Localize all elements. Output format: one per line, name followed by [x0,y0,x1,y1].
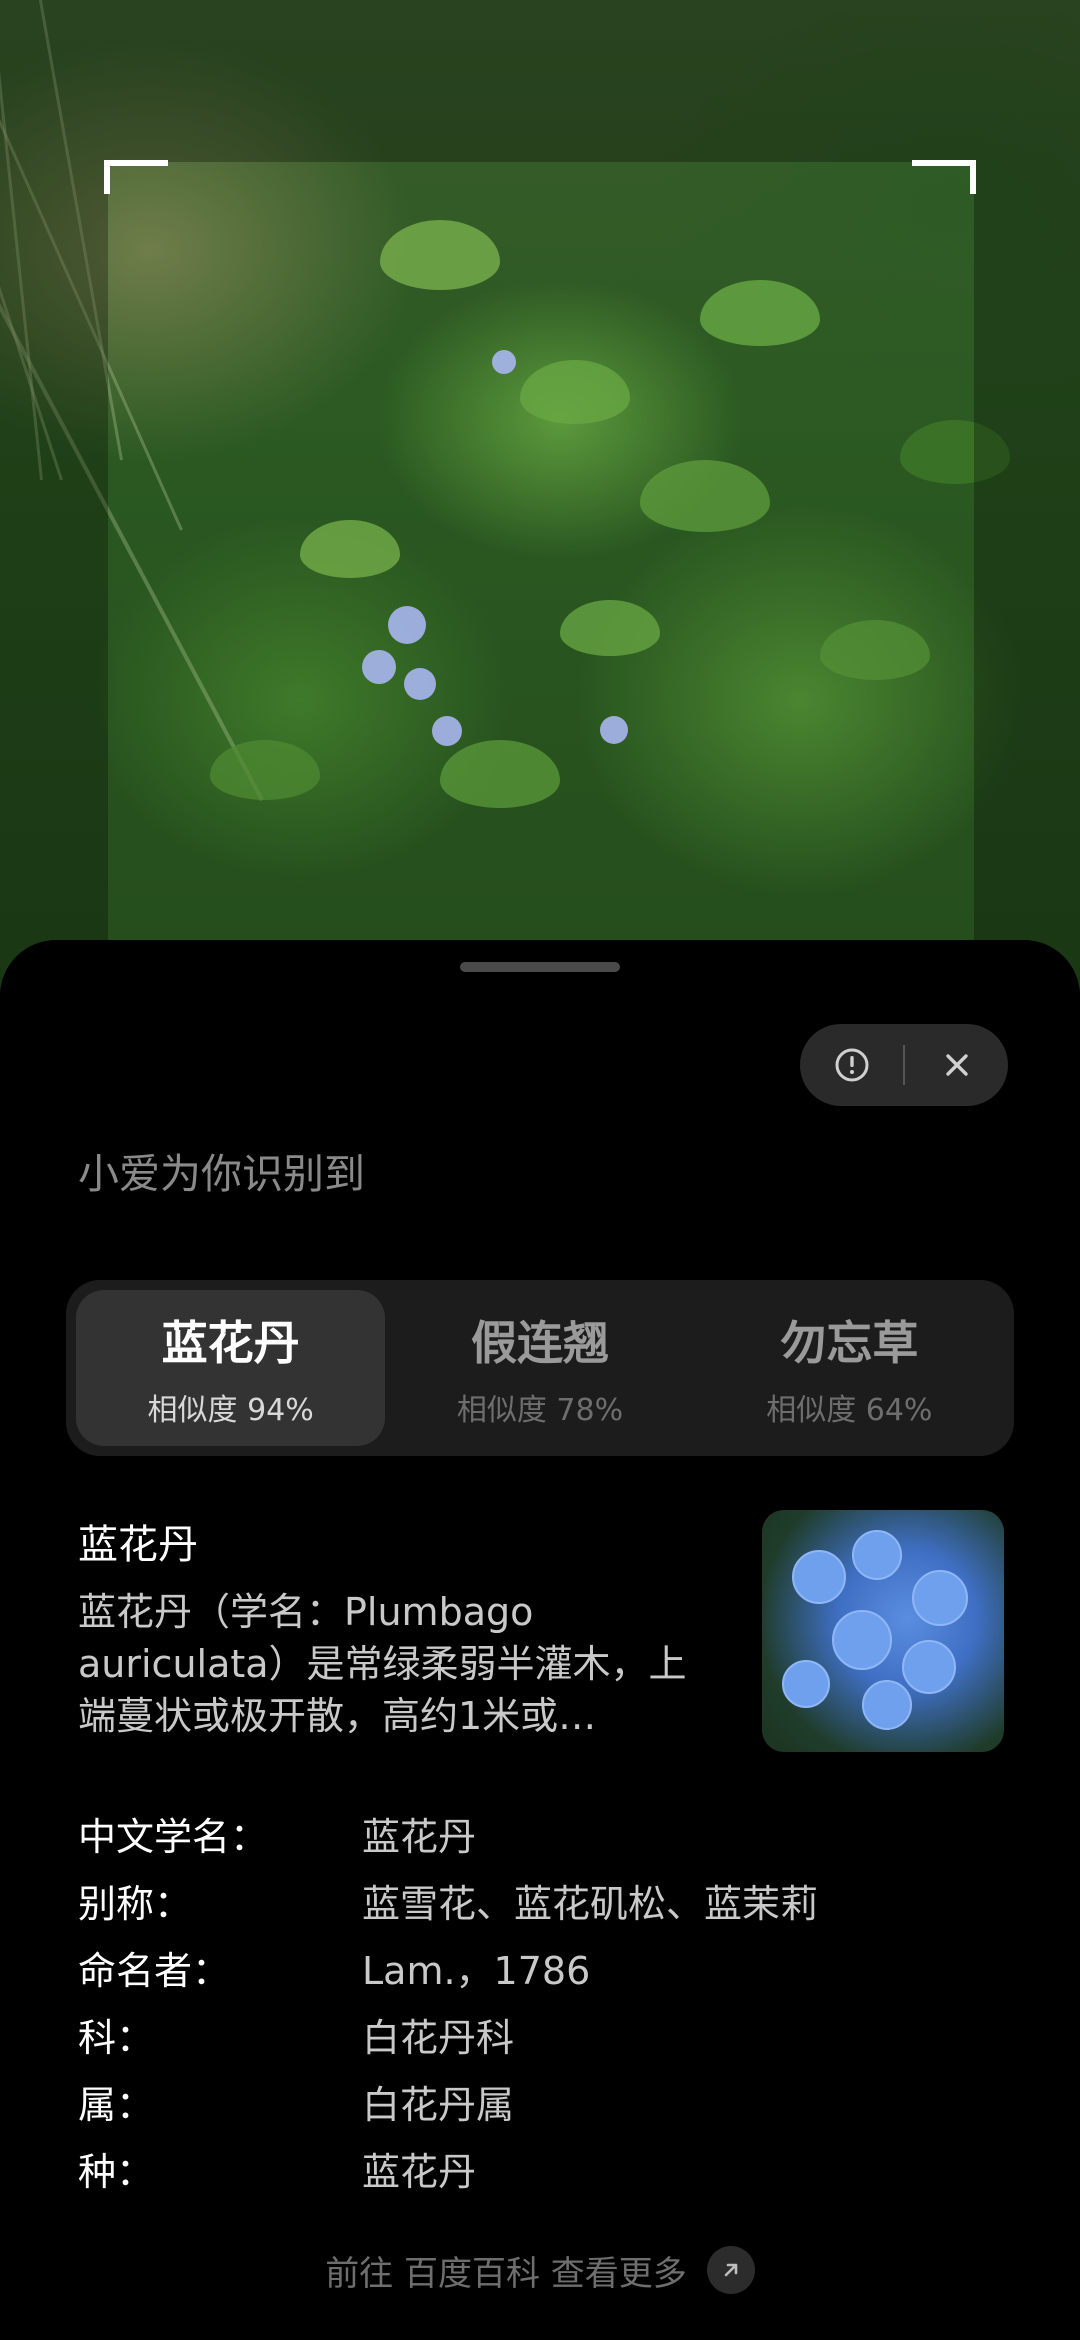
field-value: 白花丹属 [362,2083,515,2127]
thumb-petal [792,1550,846,1604]
field-value: Lam.，1786 [362,1949,591,1993]
candidate-tabs: 蓝花丹 相似度 94% 假连翘 相似度 78% 勿忘草 相似度 64% [66,1280,1014,1456]
field-row: 中文学名： 蓝花丹 [78,1800,1018,1867]
close-button[interactable] [905,1024,1008,1106]
field-row: 种： 蓝花丹 [78,2135,1018,2202]
tab-candidate-3[interactable]: 勿忘草 相似度 64% [695,1290,1004,1446]
detail-title: 蓝花丹 [78,1522,198,1568]
report-button[interactable] [800,1024,903,1106]
flower-petal [404,668,436,700]
baike-link-text: 前往 百度百科 查看更多 [325,2253,687,2294]
field-label: 命名者： [78,1949,231,1993]
plant-thumbnail[interactable] [762,1510,1004,1752]
scan-shade [974,162,1080,990]
tab-candidate-2[interactable]: 假连翘 相似度 78% [385,1290,694,1446]
field-row: 命名者： Lam.，1786 [78,1934,1018,2001]
result-heading: 小爱为你识别到 [78,1150,365,1198]
baike-link[interactable]: 前往 百度百科 查看更多 [0,2240,1080,2300]
scan-shade [0,162,108,990]
field-row: 科： 白花丹科 [78,2001,1018,2068]
leaf [440,740,560,808]
tab-name: 假连翘 [470,1316,609,1370]
arrow-up-right-icon [706,2246,755,2294]
detail-description[interactable]: 蓝花丹（学名：Plumbago auriculata）是常绿柔弱半灌木，上端蔓状… [78,1586,698,1742]
flower-petal [362,650,396,684]
thumb-petal [862,1680,912,1730]
leaf [380,220,500,290]
tab-name: 勿忘草 [780,1316,919,1370]
scan-frame-corner-top-left [104,160,168,194]
scan-frame-corner-top-right [912,160,976,194]
field-row: 属： 白花丹属 [78,2068,1018,2135]
leaf [640,460,770,532]
field-value: 白花丹科 [362,2016,515,2060]
flower-petal [432,716,462,746]
leaf [820,620,930,680]
alert-circle-icon [835,1048,868,1082]
field-value: 蓝花丹 [362,1815,477,1859]
tab-candidate-1[interactable]: 蓝花丹 相似度 94% [76,1290,386,1446]
close-icon [945,1054,968,1076]
thumb-petal [912,1570,968,1626]
tab-similarity: 相似度 94% [147,1393,314,1428]
drag-handle[interactable] [460,962,620,972]
leaf [700,280,820,346]
action-pill [800,1024,1008,1106]
leaf [210,740,320,800]
field-label: 种： [78,2150,155,2194]
thumb-petal [832,1610,892,1670]
field-label: 科： [78,2016,155,2060]
flower-petal [492,350,516,374]
field-label: 属： [78,2083,155,2127]
field-value: 蓝雪花、蓝花矶松、蓝茉莉 [362,1882,819,1926]
flower-petal [388,606,426,644]
camera-preview [0,0,1080,990]
scan-shade [0,0,1080,162]
field-label: 中文学名： [78,1815,269,1859]
thumb-petal [902,1640,956,1694]
thumb-petal [852,1530,902,1580]
field-row: 别称： 蓝雪花、蓝花矶松、蓝茉莉 [78,1867,1018,1934]
leaf [560,600,660,656]
tab-name: 蓝花丹 [161,1316,300,1370]
field-value: 蓝花丹 [362,2150,477,2194]
leaf [300,520,400,578]
leaf [520,360,630,424]
result-sheet: 小爱为你识别到 蓝花丹 相似度 94% 假连翘 相似度 78% 勿忘草 相似度 … [0,940,1080,2340]
thumb-petal [782,1660,830,1708]
flower-petal [600,716,628,744]
tab-similarity: 相似度 64% [766,1393,933,1428]
tab-similarity: 相似度 78% [456,1393,624,1428]
detail-fields: 中文学名： 蓝花丹 别称： 蓝雪花、蓝花矶松、蓝茉莉 命名者： Lam.，178… [78,1800,1018,2202]
field-label: 别称： [78,1882,193,1926]
